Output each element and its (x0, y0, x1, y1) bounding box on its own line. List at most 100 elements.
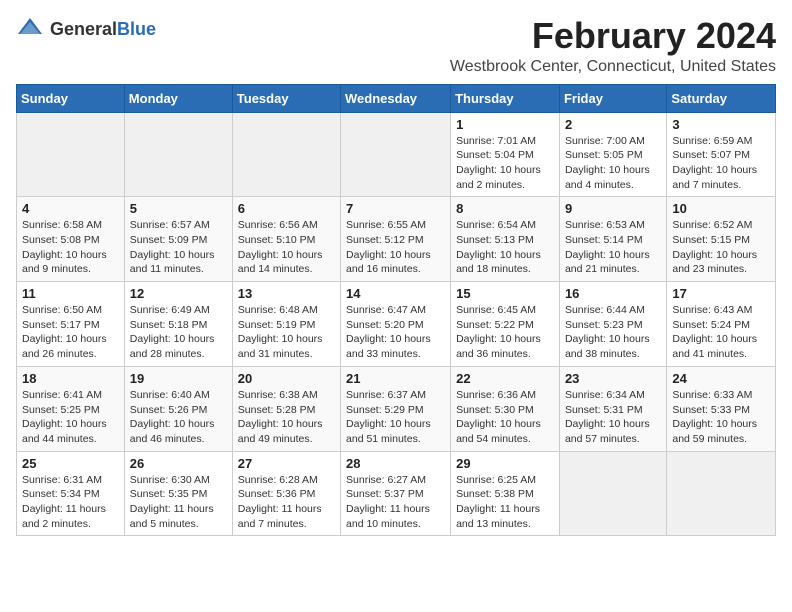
day-info: Sunrise: 6:50 AM Sunset: 5:17 PM Dayligh… (22, 303, 119, 362)
calendar-cell (232, 112, 340, 197)
day-number: 27 (238, 456, 335, 471)
day-number: 5 (130, 201, 227, 216)
day-number: 28 (346, 456, 445, 471)
day-info: Sunrise: 6:33 AM Sunset: 5:33 PM Dayligh… (672, 388, 770, 447)
logo: GeneralBlue (16, 16, 156, 43)
day-number: 19 (130, 371, 227, 386)
day-info: Sunrise: 6:34 AM Sunset: 5:31 PM Dayligh… (565, 388, 661, 447)
day-number: 25 (22, 456, 119, 471)
day-number: 18 (22, 371, 119, 386)
day-number: 29 (456, 456, 554, 471)
day-number: 22 (456, 371, 554, 386)
day-number: 9 (565, 201, 661, 216)
calendar-cell (341, 112, 451, 197)
calendar-week-4: 18Sunrise: 6:41 AM Sunset: 5:25 PM Dayli… (17, 366, 776, 451)
day-number: 10 (672, 201, 770, 216)
day-info: Sunrise: 6:54 AM Sunset: 5:13 PM Dayligh… (456, 218, 554, 277)
day-info: Sunrise: 6:58 AM Sunset: 5:08 PM Dayligh… (22, 218, 119, 277)
calendar-cell (17, 112, 125, 197)
calendar-cell: 15 Sunrise: 6:45 AM Sunset: 5:22 PM Dayli… (451, 282, 560, 367)
day-info: Sunrise: 6:40 AM Sunset: 5:26 PM Dayligh… (130, 388, 227, 447)
calendar-cell: 19 Sunrise: 6:40 AM Sunset: 5:26 PM Dayli… (124, 366, 232, 451)
day-number: 2 (565, 117, 661, 132)
calendar-cell: 23 Sunrise: 6:34 AM Sunset: 5:31 PM Dayli… (559, 366, 666, 451)
logo-blue: Blue (117, 19, 156, 39)
location-title: Westbrook Center, Connecticut, United St… (450, 58, 776, 76)
day-number: 6 (238, 201, 335, 216)
calendar-week-5: 25 Sunrise: 6:31 AM Sunset: 5:34 PM Dayli… (17, 451, 776, 536)
day-number: 21 (346, 371, 445, 386)
col-tuesday: Tuesday (232, 84, 340, 112)
col-saturday: Saturday (667, 84, 776, 112)
day-number: 4 (22, 201, 119, 216)
calendar-cell: 17 Sunrise: 6:43 AM Sunset: 5:24 PM Dayli… (667, 282, 776, 367)
day-number: 23 (565, 371, 661, 386)
calendar-cell: 22 Sunrise: 6:36 AM Sunset: 5:30 PM Dayli… (451, 366, 560, 451)
day-number: 3 (672, 117, 770, 132)
day-info: Sunrise: 6:27 AM Sunset: 5:37 PM Dayligh… (346, 473, 445, 532)
calendar-week-1: 1Sunrise: 7:01 AM Sunset: 5:04 PM Daylig… (17, 112, 776, 197)
day-info: Sunrise: 6:56 AM Sunset: 5:10 PM Dayligh… (238, 218, 335, 277)
day-info: Sunrise: 6:52 AM Sunset: 5:15 PM Dayligh… (672, 218, 770, 277)
col-thursday: Thursday (451, 84, 560, 112)
month-title: February 2024 (450, 16, 776, 56)
day-number: 17 (672, 286, 770, 301)
col-monday: Monday (124, 84, 232, 112)
day-number: 11 (22, 286, 119, 301)
day-info: Sunrise: 6:45 AM Sunset: 5:22 PM Dayligh… (456, 303, 554, 362)
day-info: Sunrise: 6:59 AM Sunset: 5:07 PM Dayligh… (672, 134, 770, 193)
day-number: 8 (456, 201, 554, 216)
day-info: Sunrise: 6:31 AM Sunset: 5:34 PM Dayligh… (22, 473, 119, 532)
title-area: February 2024 Westbrook Center, Connecti… (450, 16, 776, 76)
calendar-cell: 16 Sunrise: 6:44 AM Sunset: 5:23 PM Dayli… (559, 282, 666, 367)
day-info: Sunrise: 6:37 AM Sunset: 5:29 PM Dayligh… (346, 388, 445, 447)
day-info: Sunrise: 6:36 AM Sunset: 5:30 PM Dayligh… (456, 388, 554, 447)
day-info: Sunrise: 7:01 AM Sunset: 5:04 PM Dayligh… (456, 134, 554, 193)
logo-icon (16, 16, 44, 43)
calendar-cell (124, 112, 232, 197)
calendar-cell: 3 Sunrise: 6:59 AM Sunset: 5:07 PM Daylig… (667, 112, 776, 197)
calendar-cell: 18Sunrise: 6:41 AM Sunset: 5:25 PM Dayli… (17, 366, 125, 451)
calendar-cell: 13 Sunrise: 6:48 AM Sunset: 5:19 PM Dayli… (232, 282, 340, 367)
day-info: Sunrise: 6:28 AM Sunset: 5:36 PM Dayligh… (238, 473, 335, 532)
calendar-cell: 14Sunrise: 6:47 AM Sunset: 5:20 PM Dayli… (341, 282, 451, 367)
calendar-cell: 26 Sunrise: 6:30 AM Sunset: 5:35 PM Dayli… (124, 451, 232, 536)
day-number: 15 (456, 286, 554, 301)
calendar-cell: 6 Sunrise: 6:56 AM Sunset: 5:10 PM Daylig… (232, 197, 340, 282)
calendar-cell: 4 Sunrise: 6:58 AM Sunset: 5:08 PM Daylig… (17, 197, 125, 282)
calendar-cell: 12Sunrise: 6:49 AM Sunset: 5:18 PM Dayli… (124, 282, 232, 367)
day-number: 20 (238, 371, 335, 386)
calendar-cell: 20 Sunrise: 6:38 AM Sunset: 5:28 PM Dayli… (232, 366, 340, 451)
day-info: Sunrise: 6:44 AM Sunset: 5:23 PM Dayligh… (565, 303, 661, 362)
page-header: GeneralBlue February 2024 Westbrook Cent… (16, 16, 776, 76)
calendar-cell: 28 Sunrise: 6:27 AM Sunset: 5:37 PM Dayli… (341, 451, 451, 536)
calendar-cell: 10 Sunrise: 6:52 AM Sunset: 5:15 PM Dayli… (667, 197, 776, 282)
calendar-cell: 5Sunrise: 6:57 AM Sunset: 5:09 PM Daylig… (124, 197, 232, 282)
calendar: Sunday Monday Tuesday Wednesday Thursday… (16, 84, 776, 537)
day-info: Sunrise: 6:30 AM Sunset: 5:35 PM Dayligh… (130, 473, 227, 532)
day-number: 26 (130, 456, 227, 471)
day-number: 12 (130, 286, 227, 301)
day-info: Sunrise: 7:00 AM Sunset: 5:05 PM Dayligh… (565, 134, 661, 193)
calendar-cell (667, 451, 776, 536)
calendar-cell: 2 Sunrise: 7:00 AM Sunset: 5:05 PM Daylig… (559, 112, 666, 197)
calendar-cell: 21 Sunrise: 6:37 AM Sunset: 5:29 PM Dayli… (341, 366, 451, 451)
day-number: 13 (238, 286, 335, 301)
day-number: 7 (346, 201, 445, 216)
day-info: Sunrise: 6:25 AM Sunset: 5:38 PM Dayligh… (456, 473, 554, 532)
calendar-cell: 24Sunrise: 6:33 AM Sunset: 5:33 PM Dayli… (667, 366, 776, 451)
day-info: Sunrise: 6:38 AM Sunset: 5:28 PM Dayligh… (238, 388, 335, 447)
col-wednesday: Wednesday (341, 84, 451, 112)
day-info: Sunrise: 6:48 AM Sunset: 5:19 PM Dayligh… (238, 303, 335, 362)
day-info: Sunrise: 6:43 AM Sunset: 5:24 PM Dayligh… (672, 303, 770, 362)
calendar-cell: 29 Sunrise: 6:25 AM Sunset: 5:38 PM Dayli… (451, 451, 560, 536)
day-number: 14 (346, 286, 445, 301)
calendar-week-2: 4 Sunrise: 6:58 AM Sunset: 5:08 PM Daylig… (17, 197, 776, 282)
logo-general: General (50, 19, 117, 39)
day-info: Sunrise: 6:53 AM Sunset: 5:14 PM Dayligh… (565, 218, 661, 277)
day-number: 16 (565, 286, 661, 301)
calendar-cell: 8 Sunrise: 6:54 AM Sunset: 5:13 PM Daylig… (451, 197, 560, 282)
calendar-cell: 9 Sunrise: 6:53 AM Sunset: 5:14 PM Daylig… (559, 197, 666, 282)
calendar-cell: 27 Sunrise: 6:28 AM Sunset: 5:36 PM Dayli… (232, 451, 340, 536)
calendar-cell: 11 Sunrise: 6:50 AM Sunset: 5:17 PM Dayli… (17, 282, 125, 367)
